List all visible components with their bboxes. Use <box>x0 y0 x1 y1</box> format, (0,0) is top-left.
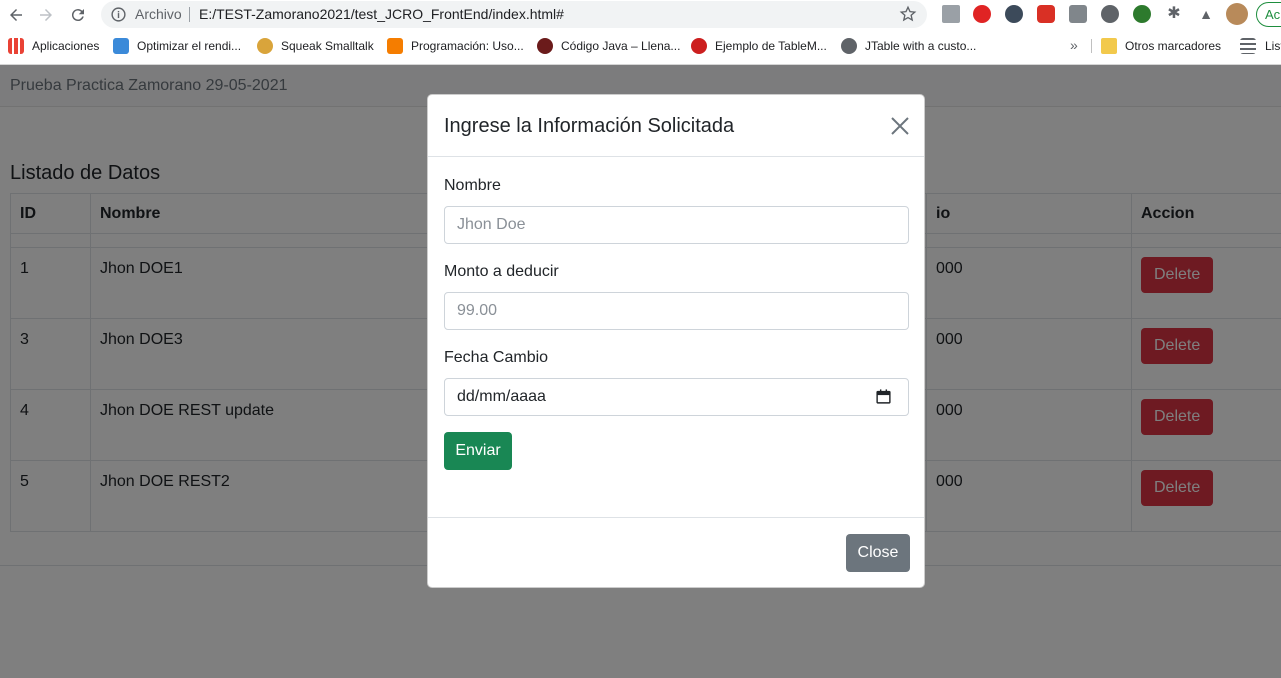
e-extension-icon[interactable] <box>1005 5 1023 23</box>
scheme-label: Archivo <box>135 6 182 22</box>
info-icon[interactable] <box>110 6 127 23</box>
close-icon[interactable] <box>888 114 912 138</box>
cube-extension-icon[interactable] <box>1069 5 1087 23</box>
bookmarks-bar: Aplicaciones Optimizar el rendi... Squea… <box>0 33 1281 59</box>
modal-header: Ingrese la Información Solicitada <box>428 95 924 157</box>
submit-button[interactable]: Enviar <box>444 432 512 470</box>
info-modal: Ingrese la Información Solicitada Nombre… <box>427 94 925 588</box>
bookmark-item[interactable]: Código Java – Llena... <box>537 33 680 59</box>
browser-toolbar: Archivo E:/TEST-Zamorano2021/test_JCRO_F… <box>0 0 1281 30</box>
bookmark-item-apps[interactable]: Aplicaciones <box>8 33 99 59</box>
bookmark-favicon-icon <box>257 38 273 54</box>
folder-icon <box>1101 38 1117 54</box>
bookmarks-divider <box>1091 39 1092 53</box>
mega-extension-icon[interactable] <box>1037 5 1055 23</box>
scheme-divider <box>189 7 190 22</box>
other-bookmarks-label: Otros marcadores <box>1125 39 1222 53</box>
circle-extension-icon[interactable] <box>1101 5 1119 23</box>
flask-icon[interactable]: ▲ <box>1197 5 1215 23</box>
reading-list-icon <box>1240 38 1256 54</box>
bookmark-favicon-icon <box>387 38 403 54</box>
bookmark-item[interactable]: Programación: Uso... <box>387 33 524 59</box>
modal-title: Ingrese la Información Solicitada <box>444 115 735 137</box>
arrow-left-icon <box>10 9 22 21</box>
modal-footer: Close <box>428 517 924 587</box>
bookmark-label: Optimizar el rendi... <box>137 39 242 53</box>
reload-icon <box>71 9 84 22</box>
url-text[interactable]: E:/TEST-Zamorano2021/test_JCRO_FrontEnd/… <box>199 6 564 22</box>
reading-list-button[interactable]: List <box>1240 33 1281 59</box>
bookmark-label: Squeak Smalltalk <box>281 39 374 53</box>
nombre-input[interactable] <box>444 206 909 244</box>
address-bar[interactable]: Archivo E:/TEST-Zamorano2021/test_JCRO_F… <box>101 1 927 28</box>
calendar-icon[interactable] <box>875 388 892 405</box>
reader-extension-icon[interactable] <box>942 5 960 23</box>
apps-grid-icon <box>8 38 24 54</box>
globe-extension-icon[interactable] <box>1133 5 1151 23</box>
bookmark-label: JTable with a custo... <box>865 39 977 53</box>
date-input-value: dd/mm/aaaa <box>457 388 546 405</box>
bookmark-favicon-icon <box>113 38 129 54</box>
stop-extension-icon[interactable] <box>973 5 991 23</box>
monto-input[interactable] <box>444 292 909 330</box>
bookmark-label: Código Java – Llena... <box>561 39 681 53</box>
nombre-label: Nombre <box>444 177 501 194</box>
bookmark-label: Ejemplo de TableM... <box>715 39 827 53</box>
fecha-label: Fecha Cambio <box>444 349 549 366</box>
globe-icon <box>841 38 857 54</box>
back-button[interactable] <box>4 3 28 27</box>
bookmark-favicon-icon <box>691 38 707 54</box>
reload-button[interactable] <box>66 3 90 27</box>
update-button[interactable]: Ac <box>1256 2 1281 27</box>
monto-label: Monto a deducir <box>444 263 559 280</box>
bookmark-label: Programación: Uso... <box>411 39 524 53</box>
forward-button[interactable] <box>34 3 58 27</box>
reading-list-label: List <box>1265 39 1281 53</box>
fecha-date-input[interactable]: dd/mm/aaaa <box>444 378 909 416</box>
profile-avatar[interactable] <box>1226 3 1248 25</box>
browser-chrome: Archivo E:/TEST-Zamorano2021/test_JCRO_F… <box>0 0 1281 65</box>
bookmark-item[interactable]: Ejemplo de TableM... <box>691 33 827 59</box>
bookmark-item[interactable]: Squeak Smalltalk <box>257 33 374 59</box>
close-button[interactable]: Close <box>846 534 910 572</box>
bookmark-item[interactable]: JTable with a custo... <box>841 33 976 59</box>
bookmarks-overflow-button[interactable]: » <box>1070 37 1078 53</box>
bookmark-label: Aplicaciones <box>32 39 100 53</box>
star-icon[interactable] <box>899 5 917 23</box>
arrow-right-icon <box>40 9 52 21</box>
other-bookmarks-folder[interactable]: Otros marcadores <box>1101 33 1221 59</box>
puzzle-extensions-icon[interactable]: ✱ <box>1165 5 1183 23</box>
bookmark-item[interactable]: Optimizar el rendi... <box>113 33 241 59</box>
bookmark-favicon-icon <box>537 38 553 54</box>
